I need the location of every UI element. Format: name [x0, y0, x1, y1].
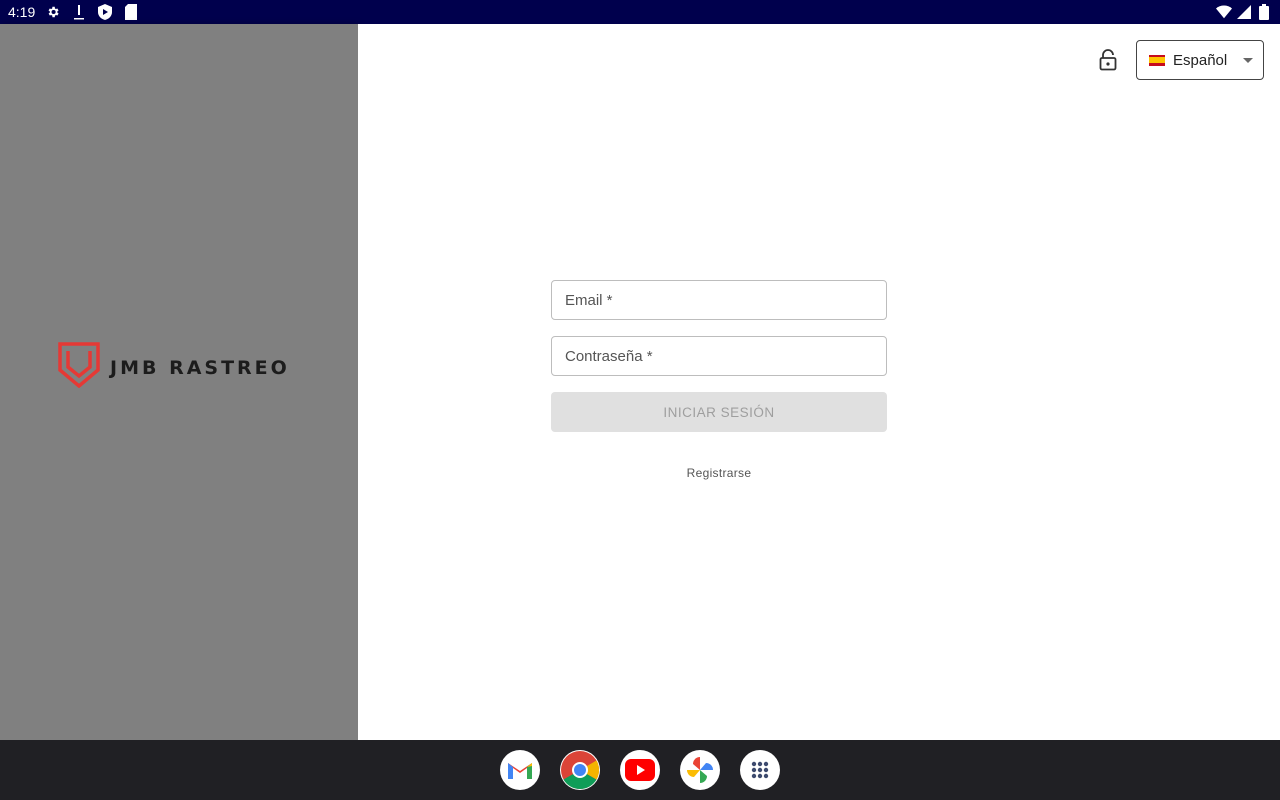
photos-icon[interactable]: [680, 750, 720, 790]
app-drawer-icon[interactable]: [740, 750, 780, 790]
email-field[interactable]: [551, 280, 887, 320]
language-select[interactable]: Español: [1136, 40, 1264, 80]
download-icon: [71, 4, 87, 20]
youtube-icon[interactable]: [620, 750, 660, 790]
login-button[interactable]: INICIAR SESIÓN: [551, 392, 887, 432]
password-field[interactable]: [551, 336, 887, 376]
brand-panel: JMB RASTREO: [0, 24, 358, 740]
wifi-icon: [1216, 4, 1232, 20]
gmail-icon[interactable]: [500, 750, 540, 790]
spain-flag-icon: [1149, 54, 1165, 66]
status-time: 4:19: [8, 4, 36, 20]
brand-logo: JMB RASTREO: [58, 342, 290, 393]
password-input[interactable]: [565, 347, 873, 365]
settings-icon: [45, 4, 61, 20]
shield-logo-icon: [58, 342, 100, 393]
email-input[interactable]: [565, 291, 873, 309]
brand-name: JMB RASTREO: [110, 356, 290, 379]
signal-icon: [1236, 4, 1252, 20]
register-link[interactable]: Registrarse: [551, 466, 887, 480]
chrome-icon[interactable]: [560, 750, 600, 790]
battery-icon: [1256, 4, 1272, 20]
taskbar: [0, 740, 1280, 800]
status-bar: 4:19: [0, 0, 1280, 24]
sd-card-icon: [123, 4, 139, 20]
language-label: Español: [1173, 51, 1228, 69]
lock-open-icon[interactable]: [1096, 48, 1120, 72]
chevron-down-icon: [1243, 57, 1253, 63]
shield-icon: [97, 4, 113, 20]
login-page: Español INICIAR SESIÓN Registrarse: [358, 24, 1280, 740]
